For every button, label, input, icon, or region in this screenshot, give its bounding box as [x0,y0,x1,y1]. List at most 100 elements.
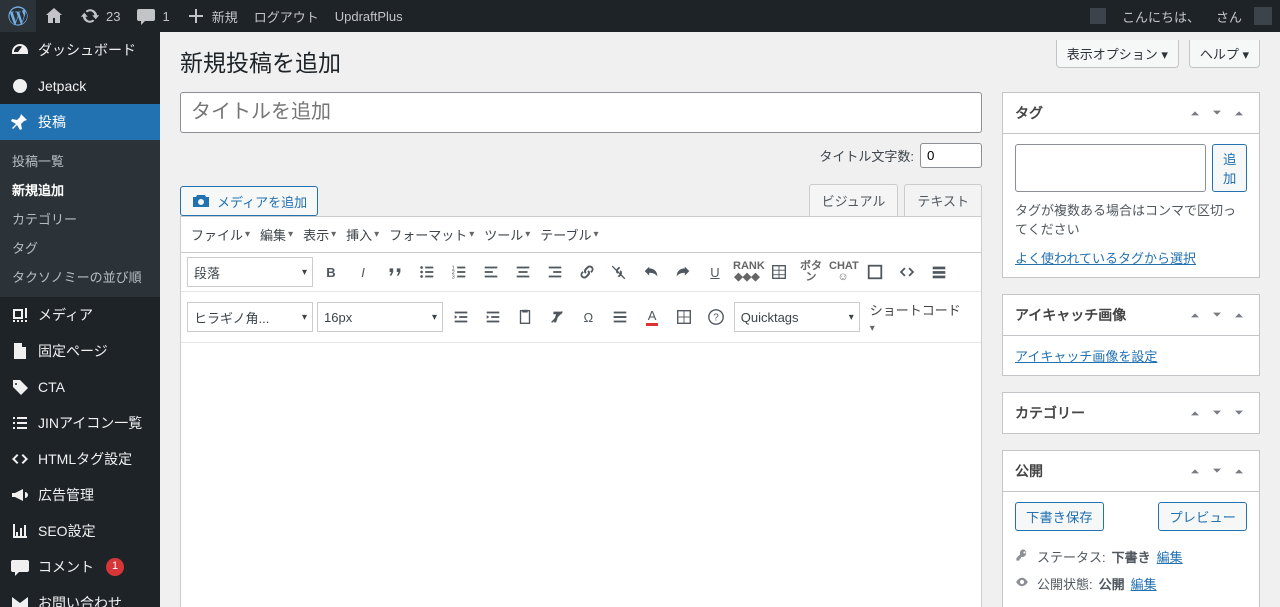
tags-toggle-icon[interactable] [1231,105,1247,121]
notifications[interactable] [1082,0,1114,32]
menu-cta[interactable]: CTA [0,369,160,405]
chat-insert[interactable]: CHAT☺ [829,261,857,283]
special-char-button[interactable]: Ω [574,303,602,331]
font-family-select[interactable]: ヒラギノ角... [187,302,313,332]
align-left-button[interactable] [477,258,505,286]
menu-insert[interactable]: 挿入▾ [342,221,383,248]
featured-toggle-icon[interactable] [1231,307,1247,323]
featured-down-icon[interactable] [1209,307,1225,323]
updates[interactable]: 23 [72,0,128,32]
status-edit-link[interactable]: 編集 [1157,547,1183,566]
format-select[interactable]: 段落 [187,257,313,287]
numbered-list-button[interactable]: 123 [445,258,473,286]
howdy-user[interactable]: こんにちは、 [1114,0,1208,32]
posts-all[interactable]: 投稿一覧 [0,146,160,175]
underline-button[interactable]: U [701,258,729,286]
menu-tools[interactable]: ツール▾ [480,221,534,248]
align-right-button[interactable] [541,258,569,286]
menu-jin-icons[interactable]: JINアイコン一覧 [0,405,160,441]
menu-html-tags[interactable]: HTMLタグ設定 [0,441,160,477]
tags-up-icon[interactable] [1187,105,1203,121]
metabox-publish-header[interactable]: 公開 [1003,451,1259,492]
menu-ads[interactable]: 広告管理 [0,477,160,513]
comments-bubble[interactable]: 1 [128,0,177,32]
posts-tags[interactable]: タグ [0,233,160,262]
featured-set-link[interactable]: アイキャッチ画像を設定 [1015,349,1157,364]
new-content[interactable]: 新規 [178,0,246,32]
shortcode-menu[interactable]: ショートコード ▾ [864,296,975,338]
menu-seo[interactable]: SEO設定 [0,513,160,549]
source-button[interactable] [893,258,921,286]
screen-options-button[interactable]: 表示オプション ▾ [1056,40,1179,68]
menu-edit[interactable]: 編集▾ [256,221,297,248]
menu-comments[interactable]: コメント 1 [0,549,160,585]
undo-button[interactable] [637,258,665,286]
clear-format-button[interactable] [543,303,571,331]
menu-media[interactable]: メディア [0,297,160,333]
post-title-input[interactable] [180,92,982,133]
logout-link[interactable]: ログアウト [246,0,327,32]
bullet-list-button[interactable] [413,258,441,286]
table-insert-button[interactable] [765,258,793,286]
add-media-button[interactable]: メディアを追加 [180,186,318,216]
quicktags-select[interactable]: Quicktags [734,302,860,332]
menu-dashboard[interactable]: ダッシュボード [0,32,160,68]
text-color-button[interactable]: A [638,303,666,331]
publish-up-icon[interactable] [1187,463,1203,479]
toolbar-toggle-button[interactable] [925,258,953,286]
tab-text[interactable]: テキスト [904,184,982,216]
wordpress-logo[interactable] [0,0,36,32]
link-button[interactable] [573,258,601,286]
blockquote-button[interactable] [381,258,409,286]
status-value: 下書き [1112,547,1151,566]
menu-table[interactable]: テーブル▾ [536,221,602,248]
metabox-category-header[interactable]: カテゴリー [1003,393,1259,433]
bold-button[interactable]: B [317,258,345,286]
metabox-tags-header[interactable]: タグ [1003,93,1259,134]
save-draft-button[interactable]: 下書き保存 [1015,502,1104,531]
font-size-select[interactable]: 16px [317,302,443,332]
fullscreen-button[interactable] [861,258,889,286]
category-up-icon[interactable] [1187,405,1203,421]
button-insert[interactable]: ボタン [797,261,825,283]
rank-button[interactable]: RANK◆◆◆ [733,261,761,283]
menu-posts[interactable]: 投稿 [0,104,160,140]
tab-visual[interactable]: ビジュアル [809,184,899,216]
menu-jetpack[interactable]: Jetpack [0,68,160,104]
preview-button[interactable]: プレビュー [1158,502,1247,531]
help-button[interactable]: ヘルプ ▾ [1189,40,1260,68]
align-center-button[interactable] [509,258,537,286]
menu-pages[interactable]: 固定ページ [0,333,160,369]
tags-add-button[interactable]: 追加 [1212,144,1247,192]
help-icon-button[interactable]: ? [702,303,730,331]
tags-down-icon[interactable] [1209,105,1225,121]
redo-button[interactable] [669,258,697,286]
paste-text-button[interactable] [511,303,539,331]
publish-toggle-icon[interactable] [1231,463,1247,479]
posts-add-new[interactable]: 新規追加 [0,175,160,204]
updraftplus-link[interactable]: UpdraftPlus [327,0,411,32]
site-home[interactable] [36,0,72,32]
publish-down-icon[interactable] [1209,463,1225,479]
table-button[interactable] [670,303,698,331]
posts-taxonomy-order[interactable]: タクソノミーの並び順 [0,262,160,291]
editor-body[interactable] [181,343,981,607]
menu-contact[interactable]: お問い合わせ [0,585,160,607]
category-toggle-icon[interactable] [1231,405,1247,421]
outdent-button[interactable] [447,303,475,331]
category-down-icon[interactable] [1209,405,1225,421]
tags-input[interactable] [1015,144,1206,192]
menu-view[interactable]: 表示▾ [299,221,340,248]
featured-up-icon[interactable] [1187,307,1203,323]
tags-popular-link[interactable]: よく使われているタグから選択 [1015,251,1196,266]
menu-file[interactable]: ファイル▾ [187,221,254,248]
strikethrough-button[interactable] [606,303,634,331]
italic-button[interactable]: I [349,258,377,286]
metabox-featured-header[interactable]: アイキャッチ画像 [1003,295,1259,336]
user-suffix[interactable]: さん [1208,0,1280,32]
indent-button[interactable] [479,303,507,331]
menu-format[interactable]: フォーマット▾ [385,221,478,248]
visibility-edit-link[interactable]: 編集 [1131,574,1157,593]
unlink-button[interactable] [605,258,633,286]
posts-categories[interactable]: カテゴリー [0,204,160,233]
